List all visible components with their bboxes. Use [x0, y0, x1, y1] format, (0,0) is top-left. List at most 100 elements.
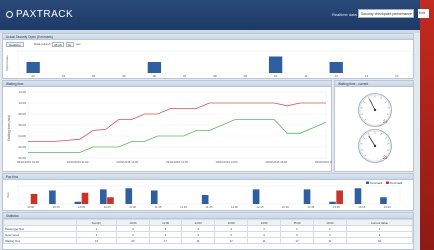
x-tick-label: 10 [274, 74, 278, 78]
x-tick-label: 03/02/2015 12:00 [116, 160, 138, 164]
bar-Terminal2 [30, 193, 38, 204]
x-tick-label: 11:30 [180, 205, 187, 209]
bar-Terminal1 [201, 195, 209, 204]
y-tick-label: 12:00 [18, 90, 26, 94]
x-tick-label: 03/02/2015 14:00 [216, 160, 238, 164]
bar-Terminal1 [49, 190, 56, 204]
table-cell: 13 [75, 237, 117, 244]
x-tick-label: 03/02/2015 11:00 [67, 160, 89, 164]
x-tick-label: 12:30 [282, 205, 289, 209]
x-tick-label: 10:00 [27, 205, 34, 209]
x-tick-label: 11 [304, 74, 307, 78]
bar [147, 62, 162, 73]
bar-Terminal2 [107, 197, 114, 204]
bar [329, 62, 343, 73]
x-tick-label: 11:00 [129, 205, 136, 209]
row-label: Waiting time [3, 237, 77, 244]
exit-button[interactable]: Exit [418, 9, 429, 18]
x-tick-label: 10:15 [53, 205, 60, 209]
waiting-chart: 12:0010:0008:0006:0004:0002:0000:00Waiti… [7, 90, 332, 164]
x-tick-label: 07 [183, 74, 187, 78]
table-cell: 11 [181, 237, 216, 244]
time-label: Data refresh [34, 42, 51, 46]
table-cell: 17 [214, 237, 249, 244]
table-row: Waiting time 13 23 17 11 17 11 17 11 10 [3, 237, 414, 244]
table-cell: 11 [312, 237, 347, 244]
y-tick-label: 06:00 [18, 123, 26, 127]
x-tick-label: 08 [213, 74, 217, 78]
bar-Terminal1 [74, 201, 82, 204]
y-axis-label: Pax [6, 192, 10, 198]
y-axis-label: Open lanes [5, 55, 9, 71]
x-tick-label: 13:30 [384, 205, 391, 209]
report-select[interactable]: Security checkpoint performance [358, 9, 414, 18]
x-tick-label: 04 [92, 74, 96, 78]
x-tick-label: 13 [365, 74, 369, 78]
table-cell: 10 [345, 237, 414, 244]
x-tick-label: 10:30 [78, 205, 85, 209]
y-axis-label: Waiting time (min) [7, 115, 11, 141]
y-tick-label: 08:00 [18, 112, 26, 116]
gauge-area: 24 23 [358, 93, 392, 163]
realtime-label: Realtime data [332, 12, 357, 17]
stats-table: Sum(h) 10:00 11:00 12:00 13:00 14:00 15:00 16:0… [3, 219, 414, 244]
x-tick-label: 05 [122, 74, 126, 78]
bar-Terminal1 [252, 189, 260, 204]
legend-label: Terminal2 [390, 181, 403, 185]
bar-Terminal1 [100, 189, 107, 204]
x-tick-label: 03/02/2015 16:00 [315, 160, 332, 164]
y-tick-label: 04:00 [18, 134, 26, 138]
table-cell: 23 [115, 237, 150, 244]
y-tick-label: 10:00 [18, 101, 26, 105]
gauge-value: 24 [383, 119, 388, 124]
x-tick-label: 12:00 [231, 205, 238, 209]
bar-Terminal1 [303, 189, 311, 204]
logo-icon [6, 11, 13, 18]
x-tick-label: 10:45 [104, 205, 111, 209]
bar-Terminal1 [380, 197, 387, 204]
waiting-panel: Waiting time 12:00 10:00 08:00 06:00 04:00 02… [2, 80, 332, 172]
bar-Terminal1 [150, 190, 158, 204]
bar-Terminal1 [125, 188, 133, 204]
x-tick-label: 11:45 [206, 205, 213, 209]
bar-Terminal1 [329, 201, 336, 204]
x-tick-label: 03/02/2015 13:00 [166, 160, 188, 164]
interval-unit: sec [76, 42, 81, 46]
bar [26, 62, 40, 73]
legend-label: Terminal1 [370, 181, 383, 185]
top-bar-title: Actual Security Open (5 minutes) [3, 34, 413, 40]
x-tick-label: 03/02/2015 15:00 [265, 160, 287, 164]
pax-chart: Pax 10:00 10:15 10:30 10:45 11:00 11:15 11:30 11… [6, 181, 403, 209]
plot-area [17, 50, 413, 74]
y-tick-label: 02:00 [18, 145, 26, 149]
x-tick-label: 09 [244, 74, 248, 78]
x-tick-label: 11:15 [155, 205, 162, 209]
table-cell: 17 [148, 237, 183, 244]
x-tick-label: 02 [31, 74, 35, 78]
bar-Terminal1 [354, 188, 362, 204]
bar-Terminal2 [336, 190, 343, 204]
x-tick-label: 13:15 [358, 205, 365, 209]
realtime-button[interactable]: Realtime [6, 42, 24, 47]
pax-title: Pax flow [3, 174, 413, 180]
x-tick-label: 13:00 [333, 205, 340, 209]
gauge-title: Waiting time - current [335, 81, 413, 87]
legend-swatch [386, 181, 389, 184]
app-title: PAXTRACK [16, 9, 74, 20]
stats-panel: Statistics Sum(h) 10:00 11:00 12:00 13:00 14:… [2, 212, 414, 250]
gauge-panel: Waiting time - current 24 23 [334, 80, 414, 172]
legend-swatch [366, 181, 369, 184]
interval-input[interactable]: 60 [66, 42, 74, 47]
time-input[interactable]: 08:46 [52, 42, 64, 47]
stats-body: Passenger flow 1 4 4 4 4 1 1 1 1 Open lanes 3 3 3 3 3 3 3… [3, 225, 414, 244]
x-tick-label: 14 [395, 74, 399, 78]
app-window: PAXTRACK Realtime data Security checkpoi… [0, 0, 420, 250]
x-tick-label: 03 [62, 74, 66, 78]
x-tick-label: 12 [335, 74, 339, 78]
app-header: PAXTRACK Realtime data Security checkpoi… [0, 0, 420, 30]
x-tick-label: 06 [153, 74, 157, 78]
gauge-hub [373, 144, 377, 148]
top-bar-panel: Actual Security Open (5 minutes) Realtim… [2, 33, 414, 79]
controls-row: Realtime Data refresh 08:46 60 sec [6, 42, 206, 48]
x-tick-label: 12:15 [256, 205, 263, 209]
